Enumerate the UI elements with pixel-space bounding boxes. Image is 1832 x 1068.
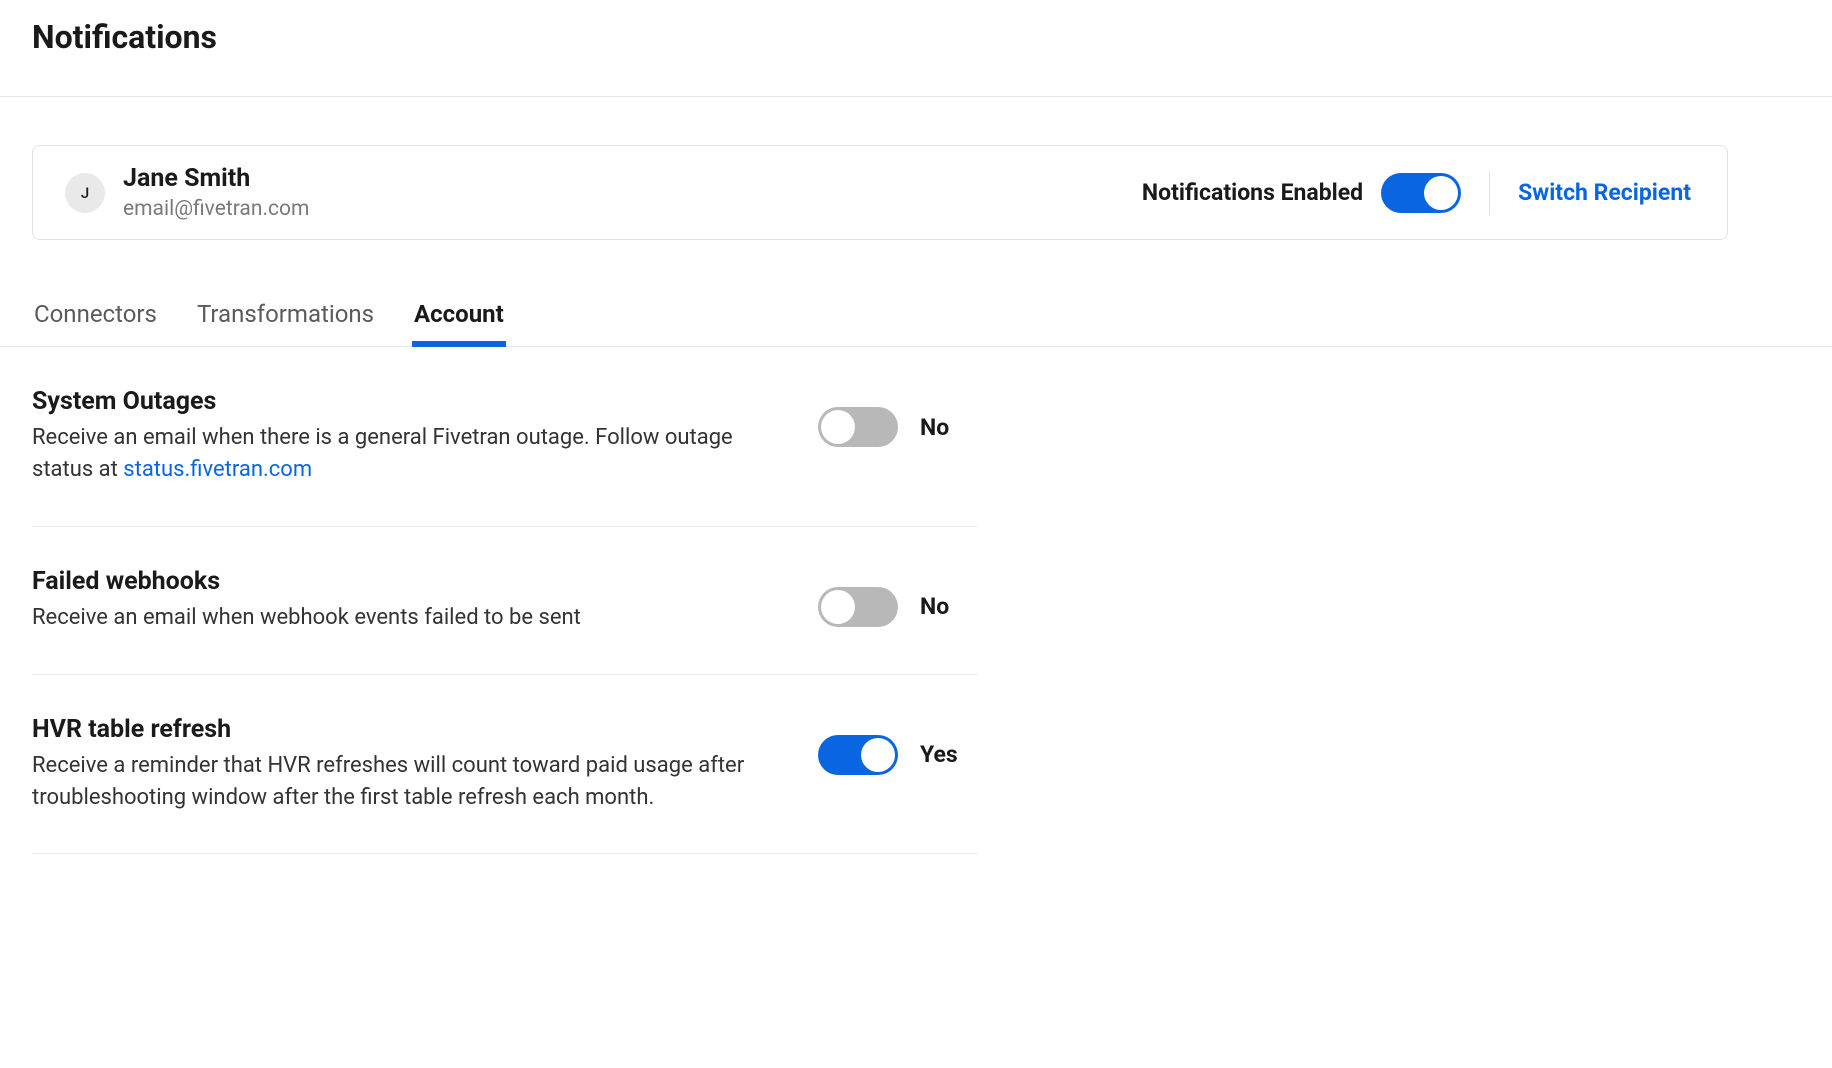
recipient-name: Jane Smith [123, 164, 1124, 193]
toggle-state-label: No [920, 414, 949, 441]
avatar: J [65, 173, 105, 213]
setting-control: No [818, 567, 978, 627]
setting-description: Receive an email when webhook events fai… [32, 602, 786, 634]
setting-text: Failed webhooks Receive an email when web… [32, 567, 786, 634]
recipient-section: J Jane Smith email@fivetran.com Notifica… [0, 97, 1760, 240]
setting-row: Failed webhooks Receive an email when web… [32, 527, 978, 675]
tabs: Connectors Transformations Account [0, 300, 1832, 347]
setting-text: HVR table refresh Receive a reminder that… [32, 715, 786, 814]
toggle-state-label: No [920, 593, 949, 620]
setting-control: Yes [818, 715, 978, 775]
recipient-card: J Jane Smith email@fivetran.com Notifica… [32, 145, 1728, 240]
switch-recipient-link[interactable]: Switch Recipient [1518, 179, 1691, 206]
toggle-state-label: Yes [920, 741, 958, 768]
setting-toggle[interactable] [818, 735, 898, 775]
setting-toggle[interactable] [818, 407, 898, 447]
recipient-info: Jane Smith email@fivetran.com [123, 164, 1124, 221]
tab-account[interactable]: Account [412, 300, 506, 346]
toggle-knob [861, 738, 895, 772]
page-title: Notifications [32, 18, 1800, 56]
setting-title: HVR table refresh [32, 715, 786, 744]
setting-row: HVR table refresh Receive a reminder that… [32, 675, 978, 855]
recipient-email: email@fivetran.com [123, 197, 1124, 221]
tab-connectors[interactable]: Connectors [32, 300, 159, 346]
setting-title: System Outages [32, 387, 786, 416]
notifications-enabled-label: Notifications Enabled [1142, 179, 1363, 206]
notifications-enabled-toggle[interactable] [1381, 173, 1461, 213]
settings-list: System Outages Receive an email when ther… [0, 347, 1010, 854]
setting-control: No [818, 387, 978, 447]
setting-toggle[interactable] [818, 587, 898, 627]
toggle-knob [821, 590, 855, 624]
toggle-knob [1424, 176, 1458, 210]
setting-description: Receive a reminder that HVR refreshes wi… [32, 750, 786, 814]
setting-row: System Outages Receive an email when ther… [32, 347, 978, 527]
recipient-actions: Notifications Enabled Switch Recipient [1142, 171, 1691, 215]
setting-text: System Outages Receive an email when ther… [32, 387, 786, 486]
setting-title: Failed webhooks [32, 567, 786, 596]
setting-description: Receive an email when there is a general… [32, 422, 786, 486]
vertical-divider [1489, 171, 1490, 215]
notifications-enabled-group: Notifications Enabled [1142, 173, 1461, 213]
page-header: Notifications [0, 0, 1832, 96]
tab-transformations[interactable]: Transformations [195, 300, 376, 346]
toggle-knob [821, 410, 855, 444]
status-link[interactable]: status.fivetran.com [123, 457, 312, 482]
